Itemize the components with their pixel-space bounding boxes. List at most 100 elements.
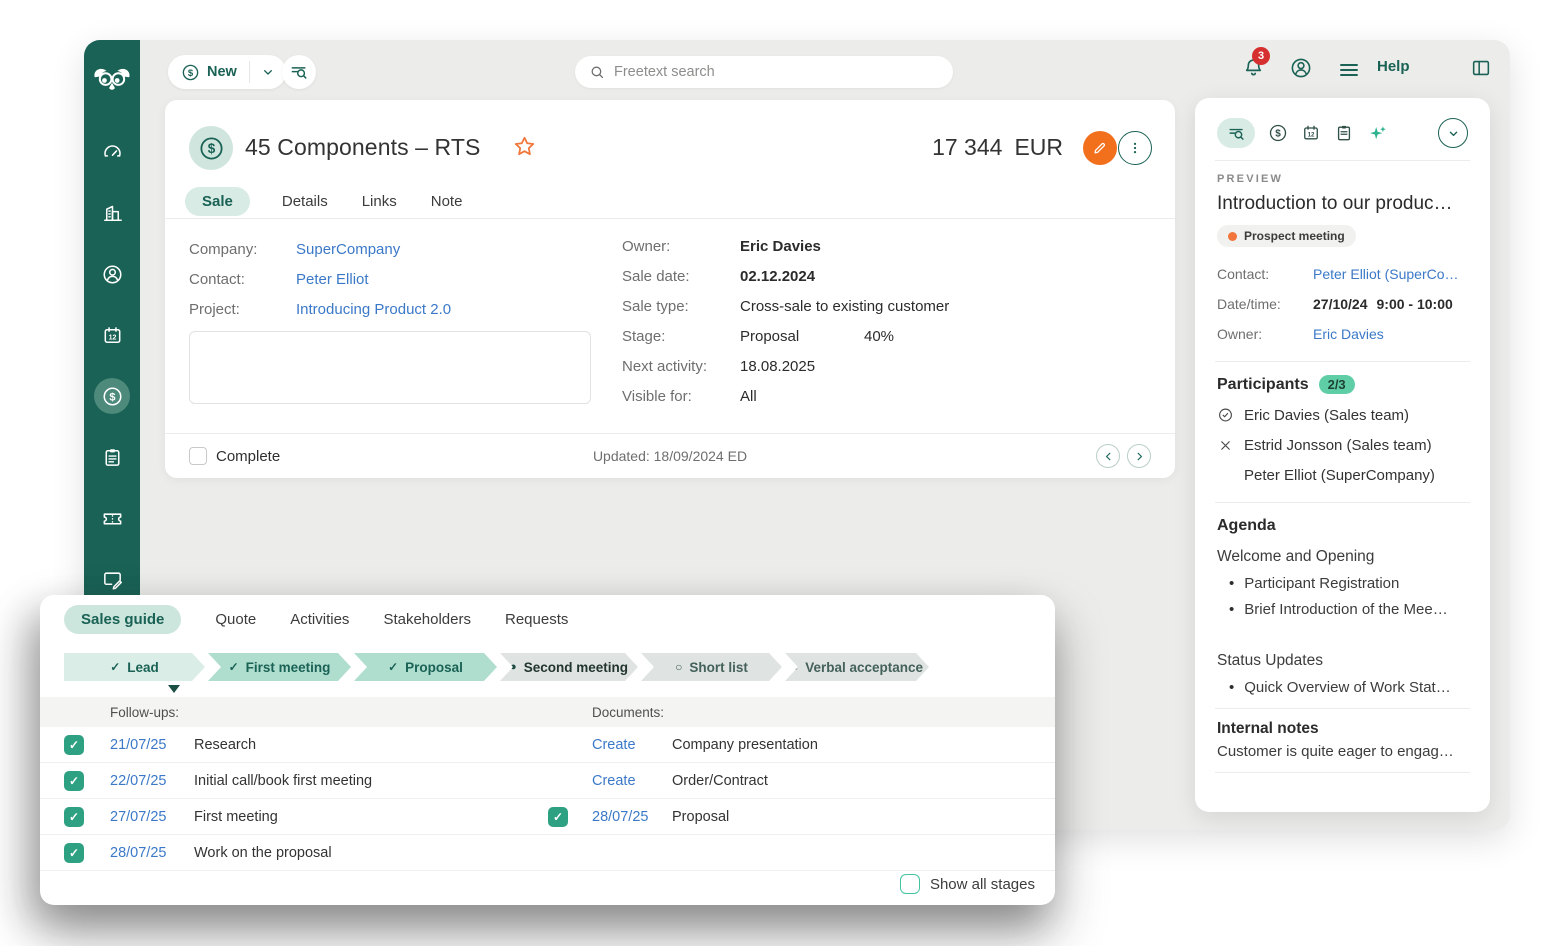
empty-dot-icon: ○ — [675, 661, 682, 673]
divider — [165, 218, 1175, 219]
sale-dollar-icon: $ — [101, 385, 124, 408]
preview-field-contact: Contact: Peter Elliot (SuperCo… — [1217, 259, 1468, 289]
preview-tab-ai[interactable] — [1367, 123, 1388, 144]
contact-link[interactable]: Peter Elliot (SuperCo… — [1313, 266, 1459, 282]
collapse-preview-button[interactable] — [1438, 118, 1468, 148]
favorite-star-icon[interactable] — [512, 134, 537, 159]
preview-tab-sale[interactable]: $ — [1268, 123, 1288, 143]
sidebar-item-contact[interactable] — [94, 256, 130, 292]
tab-note[interactable]: Note — [429, 187, 465, 216]
document-date-link[interactable]: 28/07/25 — [592, 809, 648, 825]
preview-tab-calendar[interactable]: 12 — [1301, 123, 1321, 143]
followup-date-link[interactable]: 21/07/25 — [110, 737, 166, 753]
sidebar-item-sale[interactable]: $ — [94, 378, 130, 414]
document-create-link[interactable]: Create — [592, 737, 636, 753]
profile-button[interactable] — [1289, 56, 1313, 80]
new-button-main[interactable]: $ New — [168, 55, 249, 89]
agenda-bullet: • Participant Registration — [1217, 575, 1468, 592]
complete-checkbox[interactable] — [189, 447, 207, 465]
stage-label: Second meeting — [524, 660, 628, 675]
stage-first-meeting[interactable]: ✓ First meeting — [208, 653, 351, 681]
help-link[interactable]: Help — [1377, 58, 1410, 75]
dashboard-gauge-icon — [101, 141, 124, 164]
document-checkbox[interactable]: ✓ — [548, 807, 568, 827]
sidebar-item-selection[interactable] — [94, 561, 130, 597]
tab-sale[interactable]: Sale — [185, 187, 250, 216]
svg-text:$: $ — [109, 391, 115, 403]
document-name: Company presentation — [672, 737, 818, 753]
agenda-heading: Agenda — [1217, 517, 1468, 535]
sale-note-field[interactable] — [189, 331, 591, 404]
field-stage: Stage: Proposal 40% — [622, 321, 1152, 351]
sidebar-item-project[interactable] — [94, 439, 130, 475]
followup-checkbox[interactable]: ✓ — [64, 771, 84, 791]
show-all-stages-checkbox[interactable] — [900, 874, 920, 894]
side-panel-toggle[interactable] — [1470, 57, 1492, 79]
preview-tab-summary[interactable] — [1217, 118, 1255, 148]
participants-heading: Participants — [1217, 376, 1309, 394]
followup-date-link[interactable]: 28/07/25 — [110, 845, 166, 861]
sidebar-item-dashboard[interactable] — [94, 134, 130, 170]
participant-row: Eric Davies (Sales team) — [1217, 400, 1468, 430]
guide-tabs: Sales guide Quote Activities Stakeholder… — [64, 605, 568, 634]
tab-activities[interactable]: Activities — [290, 605, 349, 634]
more-actions-button[interactable] — [1118, 131, 1152, 165]
owl-logo[interactable] — [92, 64, 132, 96]
guide-row: ✓ 27/07/25 First meeting ✓ 28/07/25 Prop… — [40, 799, 1055, 835]
tab-links[interactable]: Links — [360, 187, 399, 216]
check-circle-icon — [1217, 406, 1234, 424]
sidebar-item-company[interactable] — [94, 195, 130, 231]
stage-short-list[interactable]: ○ Short list — [641, 653, 782, 681]
followup-checkbox[interactable]: ✓ — [64, 807, 84, 827]
tab-sales-guide[interactable]: Sales guide — [64, 605, 181, 634]
field-value: Eric Davies — [740, 238, 821, 255]
preview-tab-tasks[interactable] — [1334, 123, 1354, 143]
complete-label: Complete — [216, 448, 280, 465]
next-record-button[interactable] — [1127, 444, 1151, 468]
field-value: 18.08.2025 — [740, 358, 815, 375]
updated-stamp: Updated: 18/09/2024 ED — [189, 448, 1151, 464]
participants-count-badge: 2/3 — [1319, 375, 1355, 394]
new-button-dropdown[interactable] — [250, 55, 286, 89]
document-name: Proposal — [672, 809, 729, 825]
project-clipboard-icon — [101, 446, 124, 469]
owner-link[interactable]: Eric Davies — [1313, 326, 1384, 342]
field-next-activity: Next activity: 18.08.2025 — [622, 351, 1152, 381]
sidebar-item-diary[interactable]: 12 — [94, 317, 130, 353]
tab-details[interactable]: Details — [280, 187, 330, 216]
tab-quote[interactable]: Quote — [215, 605, 256, 634]
sidebar-item-ticket[interactable] — [94, 500, 130, 536]
participant-name: Eric Davies (Sales team) — [1244, 407, 1409, 424]
followup-date-link[interactable]: 27/07/25 — [110, 809, 166, 825]
find-button[interactable] — [282, 55, 316, 89]
stage-proposal[interactable]: ✓ Proposal — [354, 653, 497, 681]
field-sale-type: Sale type: Cross-sale to existing custom… — [622, 291, 1152, 321]
status-dot — [1228, 232, 1237, 241]
stage-label: Verbal acceptance — [805, 660, 923, 675]
search-input[interactable] — [614, 64, 939, 80]
tab-stakeholders[interactable]: Stakeholders — [383, 605, 471, 634]
project-link[interactable]: Introducing Product 2.0 — [296, 301, 451, 318]
main-menu-button[interactable] — [1337, 58, 1361, 82]
field-value: Proposal — [740, 328, 864, 345]
sale-dollar-icon: $ — [181, 63, 200, 82]
field-label: Contact: — [1217, 266, 1313, 282]
document-create-link[interactable]: Create — [592, 773, 636, 789]
company-link[interactable]: SuperCompany — [296, 241, 400, 258]
field-label: Stage: — [622, 328, 740, 345]
field-label: Owner: — [1217, 326, 1313, 342]
user-icon — [1289, 56, 1313, 80]
followup-checkbox[interactable]: ✓ — [64, 843, 84, 863]
tab-requests[interactable]: Requests — [505, 605, 568, 634]
followup-checkbox[interactable]: ✓ — [64, 735, 84, 755]
followup-date-link[interactable]: 22/07/25 — [110, 773, 166, 789]
stage-lead[interactable]: ✓ Lead — [64, 653, 205, 681]
field-label: Date/time: — [1217, 296, 1313, 312]
contact-link[interactable]: Peter Elliot — [296, 271, 369, 288]
prev-record-button[interactable] — [1096, 444, 1120, 468]
stage-verbal-acceptance[interactable]: ○ Verbal acceptance — [785, 653, 929, 681]
stage-second-meeting[interactable]: ● Second meeting — [500, 653, 638, 681]
freetext-search — [575, 56, 953, 88]
field-visible-for: Visible for: All — [622, 381, 1152, 411]
edit-button[interactable] — [1083, 131, 1117, 165]
